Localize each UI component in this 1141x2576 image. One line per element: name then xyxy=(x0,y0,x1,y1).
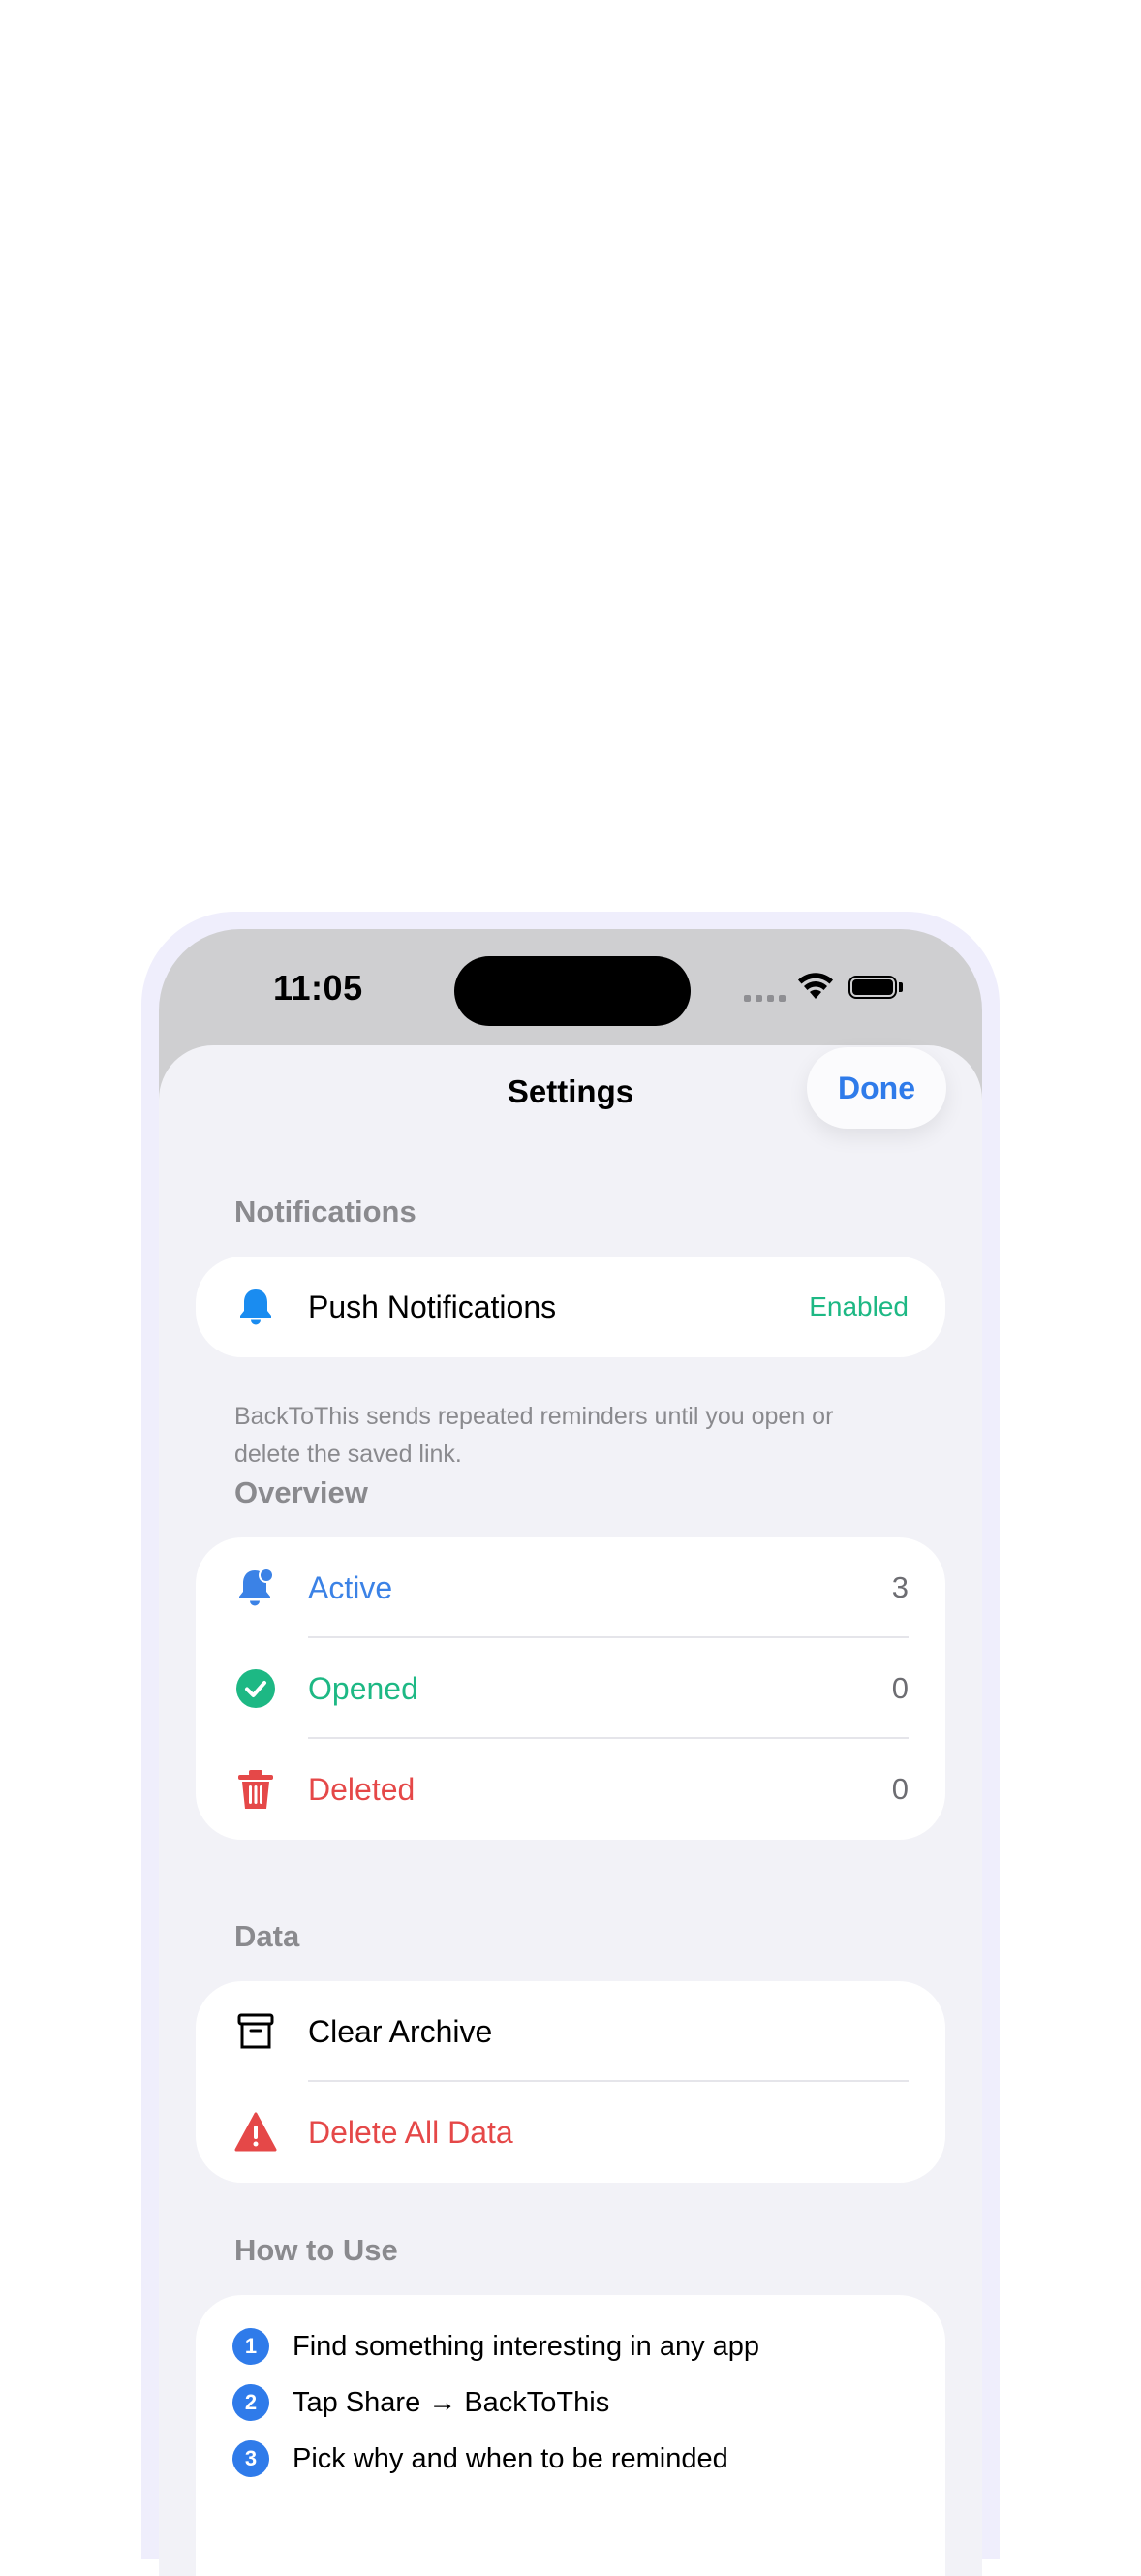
checkmark-circle-icon xyxy=(236,1669,275,1708)
bell-badge-icon xyxy=(239,1567,274,1606)
status-bar: 11:05 xyxy=(159,929,982,1045)
battery-icon xyxy=(848,976,897,999)
delete-all-data-button[interactable]: Delete All Data xyxy=(196,2082,945,2183)
warning-triangle-icon xyxy=(234,2112,277,2152)
wifi-icon xyxy=(798,973,833,999)
trash-icon xyxy=(238,1770,273,1809)
status-time: 11:05 xyxy=(273,968,363,1008)
device-frame: 11:05 Settings Done Notifications Push N… xyxy=(141,912,1000,2576)
how-to-step: 2 Tap Share → BackToThis xyxy=(196,2374,945,2431)
overview-header: Overview xyxy=(234,1475,368,1509)
data-header: Data xyxy=(234,1919,300,1953)
overview-card: Active 3 Opened 0 Deleted 0 xyxy=(196,1537,945,1840)
step-number-badge: 2 xyxy=(232,2384,269,2421)
delete-all-data-label: Delete All Data xyxy=(308,2115,513,2150)
overview-row-deleted[interactable]: Deleted 0 xyxy=(196,1739,945,1840)
how-to-use-card: 1 Find something interesting in any app … xyxy=(196,2295,945,2576)
how-to-step: 3 Pick why and when to be reminded xyxy=(196,2431,945,2487)
dynamic-island xyxy=(454,956,691,1026)
step-text: Tap Share → BackToThis xyxy=(293,2387,610,2418)
push-notifications-row[interactable]: Push Notifications Enabled xyxy=(196,1257,945,1357)
battery-tip xyxy=(899,982,903,992)
step-number-badge: 1 xyxy=(232,2328,269,2365)
data-card: Clear Archive Delete All Data xyxy=(196,1981,945,2183)
overview-deleted-label: Deleted xyxy=(308,1772,416,1807)
step-text: Pick why and when to be reminded xyxy=(293,2443,728,2474)
done-button[interactable]: Done xyxy=(807,1047,946,1129)
how-to-step: 1 Find something interesting in any app xyxy=(196,2318,945,2374)
clear-archive-button[interactable]: Clear Archive xyxy=(196,1981,945,2082)
push-notifications-status: Enabled xyxy=(809,1291,909,1321)
overview-row-active[interactable]: Active 3 xyxy=(196,1537,945,1638)
step-text: Find something interesting in any app xyxy=(293,2331,760,2362)
notifications-footer: BackToThis sends repeated reminders unti… xyxy=(234,1403,834,1468)
notifications-header: Notifications xyxy=(234,1195,416,1228)
clear-archive-label: Clear Archive xyxy=(308,2014,493,2049)
phone-screen: 11:05 Settings Done Notifications Push N… xyxy=(159,929,982,2576)
overview-deleted-count: 0 xyxy=(891,1772,909,1806)
step-number-badge: 3 xyxy=(232,2440,269,2477)
push-notifications-label: Push Notifications xyxy=(308,1289,557,1324)
how-to-use-header: How to Use xyxy=(234,2233,398,2267)
notifications-card: Push Notifications Enabled xyxy=(196,1257,945,1357)
overview-active-count: 3 xyxy=(891,1570,909,1604)
bell-icon xyxy=(240,1289,271,1325)
overview-opened-count: 0 xyxy=(891,1671,909,1705)
overview-row-opened[interactable]: Opened 0 xyxy=(196,1638,945,1739)
overview-active-label: Active xyxy=(308,1570,393,1605)
archive-box-icon xyxy=(237,2013,274,2049)
cellular-signal-icon xyxy=(744,995,786,1002)
settings-sheet: Settings Done Notifications Push Notific… xyxy=(159,1045,982,2576)
overview-opened-label: Opened xyxy=(308,1671,418,1706)
